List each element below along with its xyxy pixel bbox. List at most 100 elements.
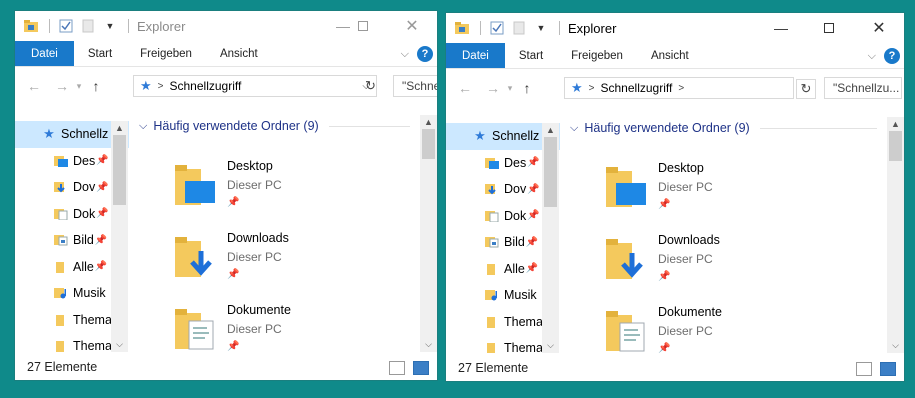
scroll-down-icon[interactable]: ⌵: [111, 339, 128, 350]
details-view-icon[interactable]: [389, 361, 405, 375]
maximize-button[interactable]: [806, 13, 852, 43]
scroll-up-icon[interactable]: ▲: [542, 125, 559, 135]
minimize-button[interactable]: —: [758, 13, 804, 43]
tile-downloads[interactable]: Downloads Dieser PC 📌: [175, 231, 375, 303]
expand-ribbon-icon[interactable]: ⌵: [868, 50, 876, 63]
group-header[interactable]: ⌵ Häufig verwendete Ordner (9): [570, 121, 877, 135]
customize-toolbar-icon[interactable]: ▼: [531, 18, 551, 38]
address-bar[interactable]: ★ > Schnellzugriff >: [564, 77, 794, 99]
content-scrollbar[interactable]: ▲ ⌵: [887, 117, 904, 353]
content-scrollbar[interactable]: ▲ ⌵: [420, 115, 437, 352]
pictures-folder-icon: [53, 233, 69, 247]
navigation-bar: ← → ▾ ↑ ★ > Schnellzugriff ⌵ ↻ "Schnellz…: [15, 71, 437, 101]
explorer-window-left[interactable]: ▼ Explorer — ✕ Datei Start Freigeben Ans…: [14, 10, 438, 381]
close-button[interactable]: ✕: [856, 13, 902, 43]
tab-ansicht[interactable]: Ansicht: [206, 41, 272, 66]
properties-icon[interactable]: [487, 18, 507, 38]
collapse-chevron-icon[interactable]: ⌵: [570, 122, 578, 135]
nav-label: Dov: [73, 180, 96, 195]
help-icon[interactable]: ?: [884, 48, 900, 64]
up-button[interactable]: ↑: [516, 80, 538, 96]
new-folder-icon[interactable]: [509, 18, 529, 38]
group-header[interactable]: ⌵ Häufig verwendete Ordner (9): [139, 119, 410, 133]
tab-freigeben[interactable]: Freigeben: [126, 41, 206, 66]
breadcrumb-separator-icon[interactable]: >: [589, 83, 595, 94]
tab-start[interactable]: Start: [505, 43, 557, 68]
tile-name: Downloads: [227, 231, 289, 245]
search-input[interactable]: "Schnellzu: [393, 75, 437, 97]
scroll-up-icon[interactable]: ▲: [111, 123, 128, 133]
pin-icon: 📌: [658, 343, 671, 354]
large-icons-view-icon[interactable]: [880, 362, 896, 376]
explorer-window-right[interactable]: ▼ Explorer — ✕ Datei Start Freigeben Ans…: [445, 12, 905, 382]
recent-locations-icon[interactable]: ▾: [504, 83, 516, 94]
nav-label: Des: [73, 153, 96, 168]
tab-ansicht[interactable]: Ansicht: [637, 43, 703, 68]
refresh-icon[interactable]: ↻: [796, 79, 816, 99]
pin-icon: 📌: [96, 208, 109, 220]
close-button[interactable]: ✕: [389, 11, 435, 41]
quick-access-star-icon: ★: [140, 78, 152, 93]
help-icon[interactable]: ?: [417, 46, 433, 62]
tab-start[interactable]: Start: [74, 41, 126, 66]
scroll-thumb[interactable]: [113, 135, 126, 205]
nav-label: Musik: [73, 286, 106, 301]
folder-icon: [484, 315, 500, 329]
tile-desktop[interactable]: Desktop Dieser PC 📌: [175, 159, 375, 231]
maximize-button[interactable]: [340, 11, 386, 41]
forward-button[interactable]: →: [51, 78, 73, 94]
group-header-label: Häufig verwendete Ordner (9): [584, 121, 750, 135]
status-bar: 27 Elemente: [446, 355, 904, 381]
tile-downloads[interactable]: Downloads Dieser PC 📌: [606, 233, 806, 305]
breadcrumb-separator-icon[interactable]: >: [678, 83, 684, 94]
scroll-up-icon[interactable]: ▲: [887, 119, 904, 129]
tab-datei[interactable]: Datei: [446, 43, 505, 68]
music-folder-icon: [484, 288, 500, 302]
address-bar[interactable]: ★ > Schnellzugriff ⌵: [133, 75, 377, 97]
pin-icon: 📌: [527, 210, 540, 222]
tile-desktop[interactable]: Desktop Dieser PC 📌: [606, 161, 806, 233]
scroll-thumb[interactable]: [422, 129, 435, 159]
new-folder-icon[interactable]: [78, 16, 98, 36]
nav-label: Thema: [504, 314, 543, 329]
scroll-down-icon[interactable]: ⌵: [420, 339, 437, 350]
customize-toolbar-icon[interactable]: ▼: [100, 16, 120, 36]
window-title: Explorer: [137, 18, 186, 34]
tab-freigeben[interactable]: Freigeben: [557, 43, 637, 68]
nav-scrollbar[interactable]: ▲ ⌵: [542, 123, 559, 353]
back-button[interactable]: ←: [23, 78, 45, 94]
nav-scrollbar[interactable]: ▲ ⌵: [111, 121, 128, 352]
scroll-down-icon[interactable]: ⌵: [542, 340, 559, 351]
pin-icon: 📌: [227, 269, 240, 280]
properties-icon[interactable]: [56, 16, 76, 36]
search-input[interactable]: "Schnellzu...: [824, 77, 902, 99]
tile-name: Dokumente: [658, 305, 722, 319]
large-icons-view-icon[interactable]: [413, 361, 429, 375]
breadcrumb-separator-icon[interactable]: >: [158, 81, 164, 92]
address-path[interactable]: Schnellzugriff: [170, 79, 242, 93]
explorer-app-icon[interactable]: [21, 16, 41, 36]
up-button[interactable]: ↑: [85, 78, 107, 94]
folder-icon: [53, 313, 69, 327]
details-view-icon[interactable]: [856, 362, 872, 376]
scroll-thumb[interactable]: [889, 131, 902, 161]
scroll-up-icon[interactable]: ▲: [420, 117, 437, 127]
title-bar[interactable]: ▼ Explorer — ✕: [15, 11, 437, 41]
tile-location: Dieser PC: [227, 322, 282, 336]
recent-locations-icon[interactable]: ▾: [73, 81, 85, 92]
pin-icon: 📌: [525, 263, 539, 275]
desktop-folder-icon: [175, 165, 215, 205]
tab-datei[interactable]: Datei: [15, 41, 74, 66]
scroll-thumb[interactable]: [544, 137, 557, 207]
expand-ribbon-icon[interactable]: ⌵: [401, 48, 409, 61]
music-folder-icon: [53, 286, 69, 300]
forward-button[interactable]: →: [482, 80, 504, 96]
back-button[interactable]: ←: [454, 80, 476, 96]
scroll-down-icon[interactable]: ⌵: [887, 340, 904, 351]
refresh-icon[interactable]: ↻: [365, 78, 376, 94]
explorer-app-icon[interactable]: [452, 18, 472, 38]
collapse-chevron-icon[interactable]: ⌵: [139, 120, 147, 133]
address-path[interactable]: Schnellzugriff: [601, 81, 673, 95]
nav-label: Schnellz: [61, 127, 109, 142]
title-bar[interactable]: ▼ Explorer — ✕: [446, 13, 904, 43]
